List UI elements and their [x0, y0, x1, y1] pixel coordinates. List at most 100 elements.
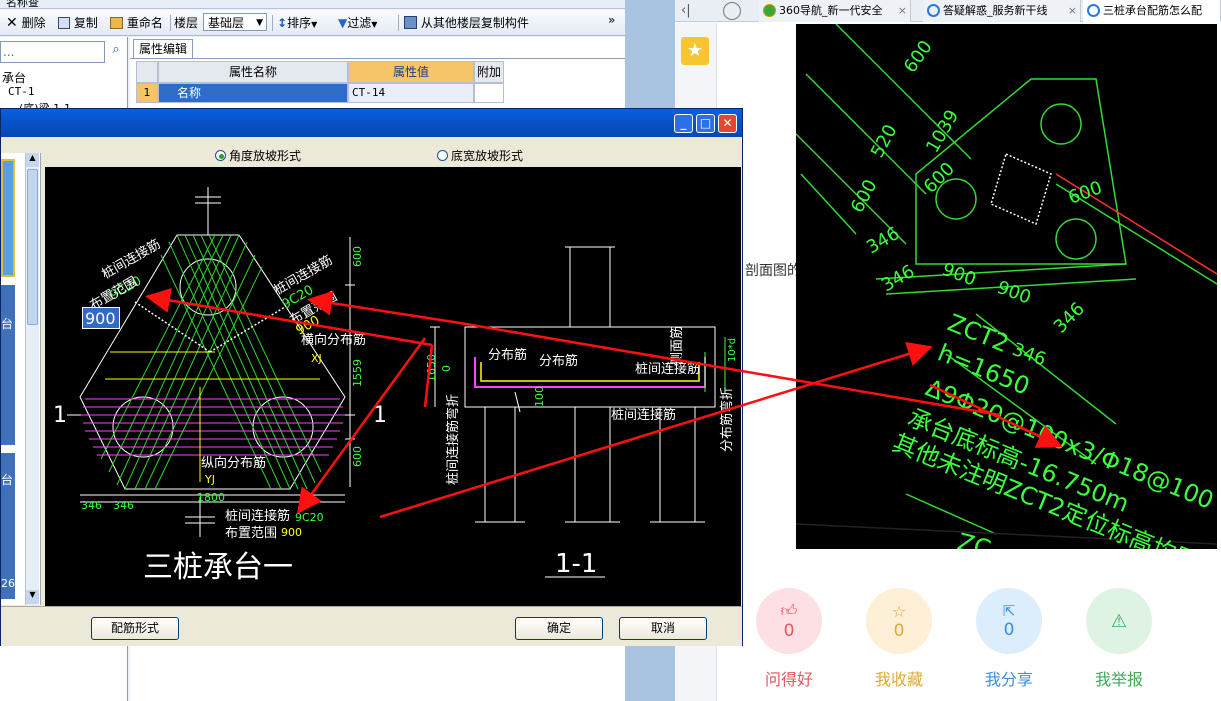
cad-drawing-canvas[interactable]: 桩间连接筋 9C20 布置范围 桩间连接筋 9C20 布置范围 900 横向分布…: [45, 167, 741, 607]
share-action[interactable]: ⇱ 0 我分享: [974, 588, 1044, 690]
share-icon: ⇱: [1002, 602, 1016, 620]
radio-angle-slope[interactable]: 角度放坡形式: [215, 147, 301, 164]
cad-sec-bend: 桩间连接筋弯折: [445, 394, 461, 485]
cad-dim-100: 100: [533, 386, 546, 407]
cad-label-yj: YJ: [204, 473, 215, 486]
floor-select[interactable]: 基础层 ▼: [203, 13, 267, 31]
photo-dim-600d: 600: [1066, 177, 1105, 208]
scroll-down-icon[interactable]: ▼: [26, 590, 39, 604]
favorite-action[interactable]: ☆ 0 我收藏: [864, 588, 934, 690]
floor-select-value: 基础层: [208, 16, 245, 30]
cad-label-transverse: 横向分布筋: [301, 332, 366, 348]
scroll-up-icon[interactable]: ▲: [26, 153, 39, 167]
like-circle[interactable]: 👍︎ 0: [756, 588, 822, 654]
thumbnail-item[interactable]: [1, 159, 15, 277]
cloud-icon[interactable]: [723, 2, 741, 20]
chevron-down-icon: ▼: [371, 20, 378, 29]
report-action[interactable]: ⚠ 我举报: [1084, 588, 1154, 690]
tree-item[interactable]: 承台: [2, 69, 26, 86]
radio-checked-icon: [215, 150, 226, 161]
col-header-extra: 附加: [474, 61, 504, 83]
vertical-scrollbar[interactable]: ▲ ▼: [25, 153, 39, 605]
photo-dim-346b: 346: [878, 261, 918, 296]
tree-item[interactable]: CT-1: [8, 85, 35, 98]
close-icon[interactable]: ×: [898, 0, 907, 22]
cad-dim-346b: 346: [113, 499, 134, 512]
cad-dim-1800: 1800: [197, 491, 225, 504]
thumbnail-label: 26: [1, 577, 15, 590]
delete-button[interactable]: ✕ 删除: [6, 14, 46, 32]
delete-icon: ✕: [6, 15, 18, 31]
report-circle[interactable]: ⚠: [1086, 588, 1152, 654]
cad-label-xj: XJ: [311, 352, 322, 365]
component-toolbar: ✕ 删除 复制 重命名 楼层 基础层 ▼ ↕排序▼ ▼过滤▼ 从其他楼层复制构件…: [0, 10, 625, 36]
tab-property-edit[interactable]: 属性编辑: [133, 39, 193, 59]
radio-unchecked-icon: [437, 150, 448, 161]
photo-dim-600b: 600: [920, 158, 959, 197]
cad-dim-10d: 10*d: [727, 338, 738, 362]
maximize-icon[interactable]: □: [696, 114, 715, 133]
radio-width-slope[interactable]: 底宽放坡形式: [437, 147, 523, 164]
photo-dim-346c: 346: [1050, 298, 1089, 337]
search-icon[interactable]: ⌕: [106, 42, 126, 62]
delete-label: 删除: [21, 16, 46, 30]
like-action[interactable]: 👍︎ 0 问得好: [754, 588, 824, 690]
filter-button[interactable]: ▼过滤▼: [338, 14, 377, 32]
copy-icon: [58, 17, 70, 29]
share-count: 0: [1003, 620, 1015, 640]
ok-button[interactable]: 确定: [515, 617, 603, 640]
favorite-star-icon[interactable]: ★: [681, 37, 709, 65]
cad-sec-dist-bend: 分布筋弯折: [719, 387, 735, 452]
cad-dim-600a: 600: [351, 246, 364, 267]
radio-width-label: 底宽放坡形式: [451, 149, 524, 163]
sort-button[interactable]: ↕排序▼: [277, 14, 317, 32]
thumbnail-label: 台: [1, 473, 14, 487]
browser-tab[interactable]: 答疑解惑_服务新干线 ×: [923, 0, 1081, 22]
col-header-name: 属性名称: [158, 61, 348, 83]
thumbnail-item[interactable]: 台 26: [1, 453, 15, 599]
property-value-cell[interactable]: CT-14: [348, 83, 474, 103]
dimension-edit-input[interactable]: 900: [82, 307, 120, 329]
back-icon[interactable]: ‹|: [681, 0, 701, 22]
browser-tab[interactable]: 360导航_新一代安全 ×: [759, 0, 911, 22]
cancel-button[interactable]: 取消: [619, 617, 707, 640]
cad-sec-link: 桩间连接筋: [611, 407, 676, 423]
rebar-config-button[interactable]: 配筋形式: [91, 617, 179, 640]
drawing-photo-svg: 600 520 1039 600 600 600 346 346 900 900…: [796, 24, 1217, 549]
cad-dim-1559: 1559: [351, 359, 364, 387]
tree-item[interactable]: …(底)梁 1-1: [8, 100, 71, 108]
tab-title: 答疑解惑_服务新干线: [943, 4, 1048, 17]
dimension-edit-value: 900: [85, 309, 116, 328]
dialog-title-bar[interactable]: _ □ ✕: [1, 109, 742, 137]
close-icon[interactable]: ✕: [718, 114, 737, 133]
cad-sec-dist: 分布筋: [539, 353, 578, 369]
browser-tab-bar: ‹| 360导航_新一代安全 × 答疑解惑_服务新干线 × 三桩承台配筋怎么配: [675, 0, 1221, 22]
copy-button[interactable]: 复制: [58, 14, 98, 32]
tab-title: 360导航_新一代安全: [779, 4, 883, 17]
browser-tab-active[interactable]: 三桩承台配筋怎么配: [1083, 0, 1221, 22]
row-number: 1: [136, 83, 158, 103]
copy-from-floor-label: 从其他楼层复制构件: [420, 16, 529, 30]
like-label: 问得好: [764, 670, 813, 689]
share-label: 我分享: [984, 670, 1033, 689]
close-icon[interactable]: ×: [1068, 0, 1077, 22]
thumbnail-item[interactable]: 台: [1, 285, 15, 445]
toolbar-overflow-button[interactable]: »: [608, 11, 615, 29]
floor-label: 楼层: [174, 16, 199, 30]
rename-icon: [110, 17, 123, 29]
partial-top-label: 名称查: [6, 0, 39, 9]
cad-sec-link: 桩间连接筋: [635, 361, 700, 377]
cad-dim-600b: 600: [351, 446, 364, 467]
minimize-icon[interactable]: _: [674, 114, 693, 133]
share-circle[interactable]: ⇱ 0: [976, 588, 1042, 654]
article-drawing-photo: 600 520 1039 600 600 600 346 346 900 900…: [796, 24, 1217, 549]
search-placeholder: ...: [3, 45, 15, 59]
photo-dim-600: 600: [900, 37, 937, 77]
scroll-thumb[interactable]: [27, 169, 38, 325]
favorite-circle[interactable]: ☆ 0: [866, 588, 932, 654]
copy-from-floor-button[interactable]: 从其他楼层复制构件: [404, 14, 529, 32]
search-input[interactable]: ...: [0, 41, 105, 63]
cad-label-longitudinal: 纵向分布筋: [201, 455, 266, 471]
rename-button[interactable]: 重命名: [110, 14, 163, 32]
table-row[interactable]: 名称: [158, 83, 348, 103]
